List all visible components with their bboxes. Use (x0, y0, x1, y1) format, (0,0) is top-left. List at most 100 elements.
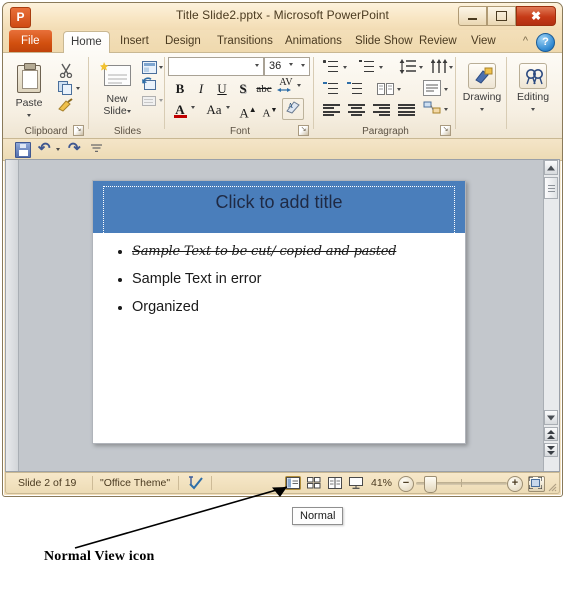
copy-dropdown-icon[interactable] (76, 87, 80, 90)
text-direction-icon[interactable] (431, 59, 448, 74)
previous-slide-button[interactable] (544, 427, 558, 441)
italic-button[interactable]: I (191, 79, 211, 99)
paragraph-dialog-launcher[interactable]: ↘ (440, 125, 451, 136)
text-direction-dropdown-icon[interactable] (449, 66, 453, 69)
zoom-in-button[interactable]: + (507, 476, 523, 492)
save-icon[interactable] (15, 142, 31, 158)
new-slide-button[interactable]: New Slide (95, 93, 139, 117)
tab-animations[interactable]: Animations (278, 31, 349, 52)
font-color-button[interactable]: A (170, 100, 190, 120)
editing-dropdown-icon[interactable] (531, 107, 535, 111)
numbering-dropdown-icon[interactable] (379, 66, 383, 69)
decrease-indent-icon[interactable] (323, 82, 339, 96)
text-shadow-button[interactable]: S (233, 79, 253, 99)
scroll-up-button[interactable] (544, 160, 558, 175)
bullets-dropdown-icon[interactable] (343, 66, 347, 69)
resize-grip-icon[interactable] (547, 482, 557, 492)
group-separator (313, 57, 314, 129)
paste-button[interactable]: Paste (7, 97, 51, 120)
zoom-slider-thumb[interactable] (424, 476, 437, 493)
section-dropdown-icon[interactable] (159, 99, 163, 102)
minimize-button[interactable] (458, 6, 487, 26)
bold-button[interactable]: B (170, 79, 190, 99)
body-placeholder[interactable]: Sample Text to be cut/ copied and pasted… (115, 243, 449, 327)
new-slide-icon[interactable] (100, 61, 134, 89)
customize-qat-icon[interactable] (91, 144, 102, 157)
align-text-icon[interactable] (423, 80, 441, 96)
slides-thumbnail-pane[interactable] (6, 160, 19, 471)
collapse-ribbon-icon[interactable]: ^ (519, 35, 532, 48)
tab-transitions[interactable]: Transitions (210, 31, 280, 52)
columns-dropdown-icon[interactable] (397, 88, 401, 91)
center-icon[interactable] (348, 104, 365, 117)
align-text-dropdown-icon[interactable] (444, 88, 448, 91)
font-name-dropdown-icon[interactable] (255, 64, 259, 67)
cut-icon[interactable] (58, 63, 74, 78)
columns-icon[interactable] (377, 83, 394, 95)
drawing-dropdown-icon[interactable] (480, 107, 484, 111)
reset-icon[interactable] (142, 77, 157, 91)
line-spacing-icon[interactable] (399, 59, 417, 74)
vertical-scrollbar[interactable] (543, 160, 559, 471)
convert-smartart-icon[interactable] (423, 101, 441, 115)
drawing-button[interactable]: Drawing (459, 61, 505, 115)
bullets-icon[interactable] (323, 60, 339, 74)
ribbon-group-font: 36 B I U S abc AV A Aa A▲ A▼ A Font ↘ (166, 53, 314, 138)
scrollbar-thumb[interactable] (544, 177, 558, 199)
grow-font-button[interactable]: A▲ (238, 100, 258, 120)
format-painter-icon[interactable] (57, 98, 74, 113)
underline-button[interactable]: U (212, 79, 232, 99)
convert-smartart-dropdown-icon[interactable] (444, 108, 448, 111)
fit-to-window-button[interactable] (528, 476, 545, 492)
clipboard-dialog-launcher[interactable]: ↘ (73, 125, 84, 136)
section-icon[interactable] (142, 94, 157, 107)
zoom-level[interactable]: 41% (371, 477, 392, 489)
tab-insert[interactable]: Insert (113, 31, 156, 52)
redo-icon[interactable]: ↷ (68, 141, 81, 156)
tab-slide-show[interactable]: Slide Show (348, 31, 420, 52)
svg-text:A: A (288, 102, 293, 110)
zoom-out-button[interactable]: − (398, 476, 414, 492)
help-icon[interactable]: ? (536, 33, 555, 52)
character-spacing-button[interactable]: AV (276, 76, 296, 96)
justify-icon[interactable] (398, 104, 415, 117)
align-right-icon[interactable] (373, 104, 390, 117)
new-slide-dropdown-icon[interactable] (126, 109, 131, 113)
character-spacing-dropdown-icon[interactable] (297, 84, 301, 87)
align-left-icon[interactable] (323, 104, 340, 117)
editing-button[interactable]: Editing (510, 61, 556, 115)
copy-icon[interactable] (58, 81, 73, 95)
numbering-icon[interactable] (359, 60, 375, 74)
undo-icon[interactable]: ↶ (38, 141, 51, 156)
layout-icon[interactable] (142, 61, 157, 74)
undo-dropdown-icon[interactable] (56, 148, 60, 151)
shrink-font-button[interactable]: A▼ (260, 100, 280, 120)
close-button[interactable]: ✖ (516, 6, 556, 26)
strikethrough-button[interactable]: abc (254, 79, 274, 99)
font-size-spinner-icon[interactable] (289, 63, 293, 66)
tab-design[interactable]: Design (158, 31, 208, 52)
line-spacing-dropdown-icon[interactable] (419, 66, 423, 69)
tab-review[interactable]: Review (412, 31, 464, 52)
font-dialog-launcher[interactable]: ↘ (298, 125, 309, 136)
next-slide-button[interactable] (544, 443, 558, 457)
change-case-dropdown-icon[interactable] (226, 106, 230, 109)
layout-dropdown-icon[interactable] (159, 66, 163, 69)
font-color-dropdown-icon[interactable] (191, 106, 195, 109)
increase-indent-icon[interactable] (347, 82, 363, 96)
font-size-dropdown-icon[interactable] (301, 64, 305, 67)
maximize-button[interactable] (487, 6, 516, 26)
tab-file[interactable]: File (9, 30, 52, 52)
font-name-input[interactable] (168, 57, 264, 76)
scroll-down-button[interactable] (544, 410, 558, 425)
paste-dropdown-icon[interactable] (27, 113, 31, 117)
paste-icon[interactable] (17, 63, 41, 93)
slide-canvas[interactable]: Click to add title Sample Text to be cut… (92, 180, 466, 444)
clear-formatting-button[interactable]: A (282, 98, 304, 120)
tab-home[interactable]: Home (63, 31, 110, 54)
tab-view[interactable]: View (464, 31, 503, 52)
view-button-slide-show[interactable] (348, 476, 364, 490)
change-case-button[interactable]: Aa (202, 100, 226, 120)
annotation-label: Normal View icon (44, 549, 155, 564)
font-size-input[interactable]: 36 (264, 57, 310, 76)
